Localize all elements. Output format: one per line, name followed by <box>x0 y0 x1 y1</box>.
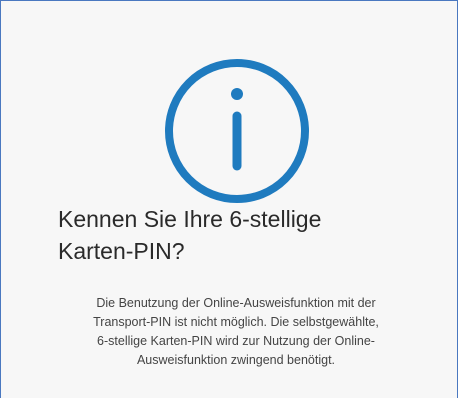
description-line-4: Ausweisfunktion zwingend benötigt. <box>136 353 336 367</box>
description-line-2: Transport-PIN ist nicht möglich. Die sel… <box>93 315 379 329</box>
description-line-3: 6-stellige Karten-PIN wird zur Nutzung d… <box>97 334 375 348</box>
dialog-title-line-1: Kennen Sie Ihre 6-stellige <box>58 206 322 232</box>
info-circle-icon <box>165 59 309 203</box>
dialog-description: Die Benutzung der Online-Ausweisfunktion… <box>41 294 431 370</box>
dialog-title-line-2: Karten-PIN? <box>58 238 185 264</box>
dialog-title: Kennen Sie Ihre 6-stellige Karten-PIN? <box>58 203 418 267</box>
dialog-container: Kennen Sie Ihre 6-stellige Karten-PIN? D… <box>0 0 458 398</box>
description-line-1: Die Benutzung der Online-Ausweisfunktion… <box>96 296 376 310</box>
